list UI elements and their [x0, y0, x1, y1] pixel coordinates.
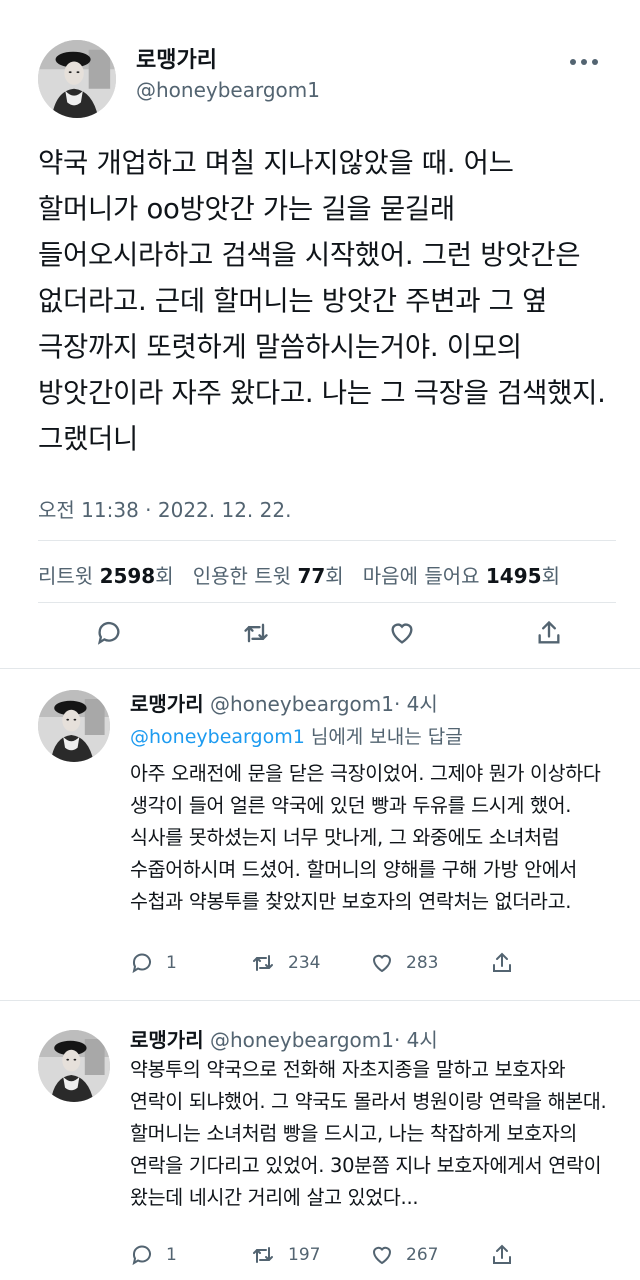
retweet-icon[interactable]	[241, 618, 271, 648]
quote-stat-count: 77	[297, 564, 326, 588]
like-count: 283	[406, 953, 439, 973]
avatar-image	[38, 690, 110, 762]
replying-to: @honeybeargom1 님에게 보내는 답글	[130, 722, 463, 749]
author-handle[interactable]: @honeybeargom1	[210, 692, 394, 716]
like-count: 267	[406, 1245, 439, 1265]
retweet-icon	[253, 1247, 273, 1263]
author-handle[interactable]: @honeybeargom1	[210, 1028, 394, 1052]
quote-stat-unit: 회	[325, 564, 344, 588]
reply-icon	[132, 953, 151, 974]
retweet-stat-count: 2598	[99, 564, 156, 588]
reply-tweet[interactable]: 로맹가리 @honeybeargom1· 4시 @honeybeargom1 님…	[0, 668, 640, 988]
like-button[interactable]: 267	[370, 1243, 490, 1267]
tweet-actions	[38, 618, 616, 658]
reply-time[interactable]: · 4시	[394, 692, 438, 716]
reply-actions: 1 234 283	[130, 948, 530, 978]
author-name[interactable]: 로맹가리	[136, 42, 217, 74]
tweet-timestamp[interactable]: 오전 11:38 · 2022. 12. 22.	[38, 494, 291, 523]
share-button[interactable]	[490, 951, 530, 975]
replying-to-label: 님에게 보내는 답글	[304, 726, 463, 748]
author-name[interactable]: 로맹가리	[130, 1028, 204, 1052]
avatar-image	[38, 1030, 110, 1102]
reply-text: 약봉투의 약국으로 전화해 자초지종을 말하고 보호자와 연락이 되냐했어. 그…	[130, 1058, 607, 1209]
tweet-stats: 리트윗 2598회 인용한 트윗 77회 마음에 들어요 1495회	[38, 560, 560, 589]
like-stat[interactable]: 마음에 들어요 1495회	[363, 564, 560, 588]
like-stat-unit: 회	[541, 564, 560, 588]
tweet-text: 약국 개업하고 며칠 지나지않았을 때. 어느 할머니가 oo방앗간 가는 길을…	[38, 147, 606, 455]
retweet-count: 197	[288, 1245, 321, 1265]
retweet-button[interactable]: 234	[250, 951, 370, 975]
reply-count: 1	[166, 1245, 177, 1265]
like-icon	[372, 1246, 392, 1265]
reply-button[interactable]: 1	[130, 1243, 250, 1267]
like-stat-count: 1495	[485, 564, 542, 588]
reply-actions: 1 197 267	[130, 1240, 530, 1270]
author-handle[interactable]: @honeybeargom1	[136, 78, 320, 102]
quote-stat-label: 인용한 트윗	[192, 564, 292, 588]
more-icon[interactable]	[564, 52, 604, 72]
avatar[interactable]	[38, 40, 116, 118]
retweet-stat-label: 리트윗	[38, 564, 94, 588]
share-icon[interactable]	[534, 618, 564, 648]
reply-header: 로맹가리 @honeybeargom1· 4시	[130, 688, 438, 717]
divider	[38, 540, 616, 541]
reply-icon[interactable]	[94, 618, 124, 648]
retweet-count: 234	[288, 953, 321, 973]
mention-link[interactable]: @honeybeargom1	[130, 726, 305, 748]
like-icon[interactable]	[387, 618, 417, 648]
main-tweet: 로맹가리 @honeybeargom1 약국 개업하고 며칠 지나지않았을 때.…	[0, 0, 640, 668]
retweet-icon	[253, 955, 273, 971]
like-button[interactable]: 283	[370, 951, 490, 975]
share-button[interactable]	[490, 1243, 530, 1267]
reply-button[interactable]: 1	[130, 951, 250, 975]
reply-header: 로맹가리 @honeybeargom1· 4시	[130, 1024, 438, 1053]
reply-count: 1	[166, 953, 177, 973]
retweet-stat-unit: 회	[155, 564, 174, 588]
quote-stat[interactable]: 인용한 트윗 77회	[193, 564, 344, 588]
divider	[38, 602, 616, 603]
like-stat-label: 마음에 들어요	[362, 564, 480, 588]
author-name[interactable]: 로맹가리	[130, 692, 204, 716]
reply-text: 아주 오래전에 문을 닫은 극장이었어. 그제야 뭔가 이상하다 생각이 들어 …	[130, 762, 601, 913]
avatar[interactable]	[38, 1030, 110, 1102]
like-icon	[372, 954, 392, 973]
reply-time[interactable]: · 4시	[394, 1028, 438, 1052]
avatar[interactable]	[38, 690, 110, 762]
share-icon	[493, 1244, 511, 1264]
retweet-stat[interactable]: 리트윗 2598회	[38, 564, 174, 588]
reply-icon	[132, 1245, 151, 1266]
reply-tweet[interactable]: 로맹가리 @honeybeargom1· 4시 약봉투의 약국으로 전화해 자초…	[0, 1000, 640, 1280]
retweet-button[interactable]: 197	[250, 1243, 370, 1267]
avatar-image	[38, 40, 116, 118]
share-icon	[493, 952, 511, 972]
